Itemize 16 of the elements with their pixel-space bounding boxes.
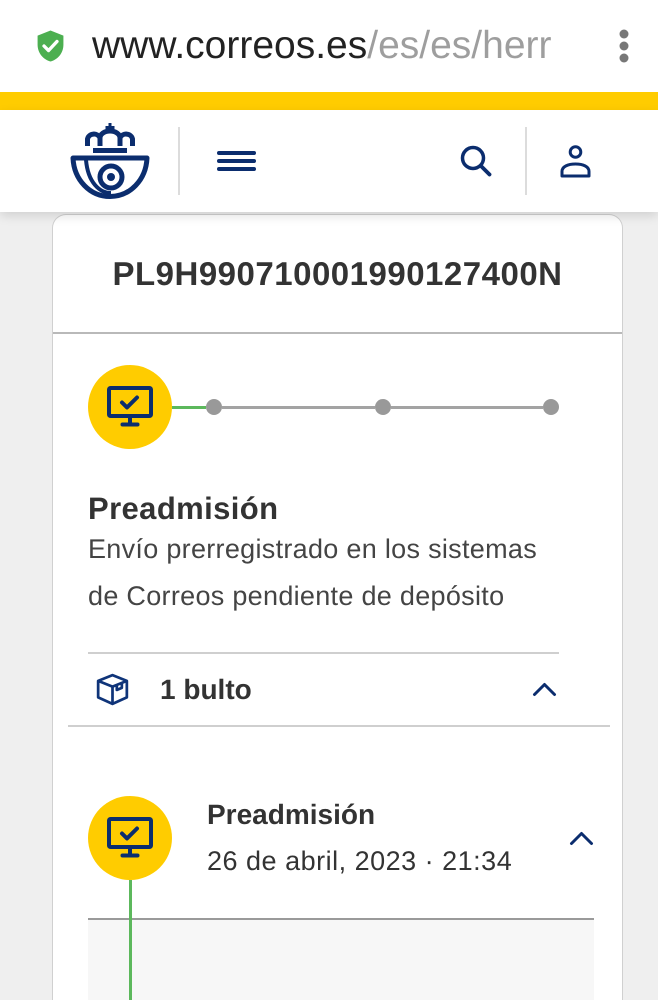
status-title: Preadmisión: [88, 492, 280, 526]
search-icon[interactable]: [460, 145, 492, 177]
event-datetime: 26 de abril, 2023 · 21:34: [207, 845, 514, 878]
tracking-number: PL9H990710001990127400N: [112, 254, 563, 292]
more-vertical-icon[interactable]: [619, 29, 629, 63]
event-title: Preadmisión: [207, 798, 376, 832]
user-icon[interactable]: [560, 144, 591, 178]
post-horn-crown-logo[interactable]: [70, 123, 150, 199]
box-icon: [95, 673, 130, 706]
chevron-up-icon[interactable]: [569, 830, 594, 846]
status-description: Envío prerregistrado en los sistemas de Correos pendiente de depósito: [88, 533, 538, 613]
package-count: 1 bulto: [160, 674, 253, 706]
step-connector: [172, 406, 206, 408]
menu-icon[interactable]: [217, 151, 256, 171]
shield-check-icon[interactable]: [35, 29, 66, 63]
chevron-up-icon[interactable]: [532, 682, 557, 697]
